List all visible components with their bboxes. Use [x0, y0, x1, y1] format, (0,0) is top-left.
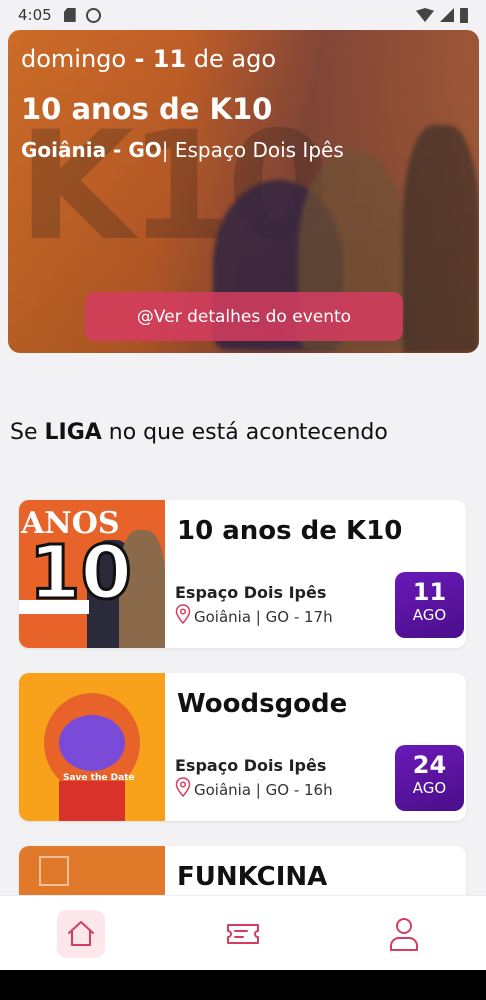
sd-card-icon	[63, 8, 76, 22]
status-time: 4:05	[18, 6, 52, 24]
event-date-badge: 11 AGO	[395, 572, 464, 638]
nav-home[interactable]	[57, 910, 105, 958]
home-icon	[68, 921, 94, 946]
section-title: Se LIGA no que está acontecendo	[10, 420, 388, 445]
event-name: Woodsgode	[177, 689, 348, 719]
user-icon	[390, 918, 418, 951]
nav-tickets[interactable]	[219, 910, 267, 958]
location-pin-icon	[175, 604, 191, 624]
event-date-badge: 24 AGO	[395, 745, 464, 811]
view-event-details-button[interactable]: @Ver detalhes do evento	[85, 292, 403, 341]
battery-icon	[460, 7, 468, 23]
event-thumbnail: Save the Date	[19, 673, 165, 821]
event-name: 10 anos de K10	[177, 516, 403, 546]
system-navigation-bar	[0, 970, 486, 1000]
featured-event-location: Goiânia - GO| Espaço Dois Ipês	[21, 138, 344, 162]
featured-event-date: domingo - 11 de ago	[21, 45, 277, 73]
location-pin-icon	[175, 777, 191, 797]
signal-icon	[440, 8, 454, 22]
event-city-time: Goiânia | GO - 16h	[194, 781, 333, 799]
event-card[interactable]: Save the Date Woodsgode Espaço Dois Ipês…	[19, 673, 466, 821]
event-name: FUNKCINA	[177, 862, 328, 892]
status-bar: 4:05	[0, 0, 486, 30]
notification-face-icon	[85, 7, 101, 23]
nav-profile[interactable]	[380, 910, 428, 958]
event-city-time: Goiânia | GO - 17h	[194, 608, 333, 626]
ticket-icon	[227, 924, 259, 944]
wifi-icon	[416, 8, 434, 22]
event-card[interactable]: ANOS 10 10 anos de K10 Espaço Dois Ipês …	[19, 500, 466, 648]
event-venue: Espaço Dois Ipês	[175, 756, 327, 775]
event-thumbnail: ANOS 10	[19, 500, 165, 648]
featured-event-title: 10 anos de K10	[21, 92, 273, 126]
event-venue: Espaço Dois Ipês	[175, 583, 327, 602]
bottom-navigation	[0, 895, 486, 970]
status-indicators	[416, 7, 468, 23]
featured-event-banner[interactable]: K10 domingo - 11 de ago 10 anos de K10 G…	[8, 30, 479, 353]
